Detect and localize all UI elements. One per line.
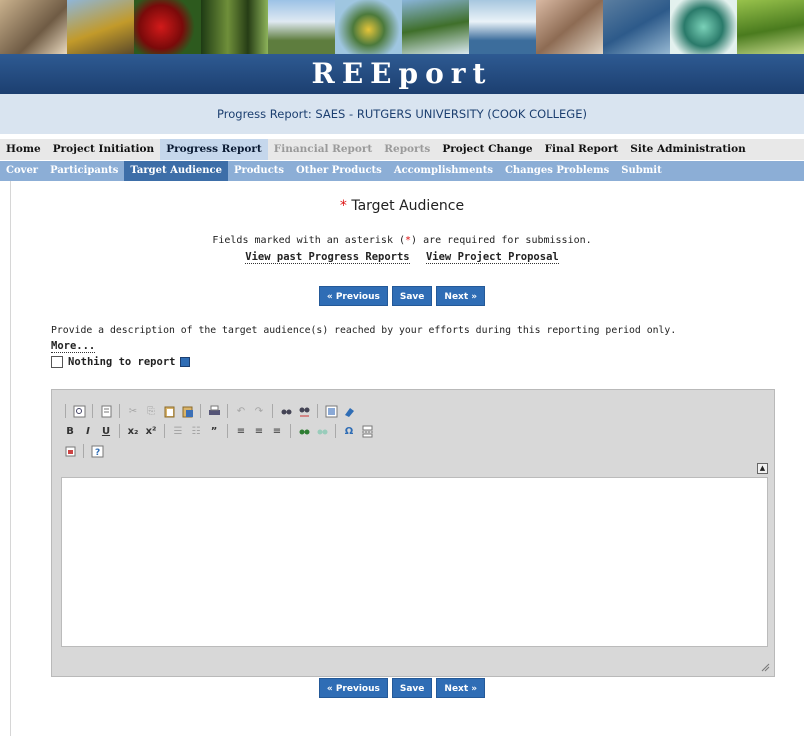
nothing-to-report-checkbox[interactable] xyxy=(51,356,63,368)
more-link[interactable]: More... xyxy=(51,340,96,353)
editor-toolbar-row-3: ? xyxy=(62,442,105,460)
spellcheck-as-you-type-icon[interactable] xyxy=(314,423,330,439)
subtab-cover[interactable]: Cover xyxy=(0,161,44,181)
nav-tab-project-initiation[interactable]: Project Initiation xyxy=(47,139,160,160)
editor-toolbar-row-1: ✂ ⎘ ↶ ↷ xyxy=(62,402,357,420)
cut-icon[interactable]: ✂ xyxy=(125,403,141,419)
required-note-prefix: Fields marked with an asterisk ( xyxy=(212,235,405,246)
align-right-icon[interactable]: ≡ xyxy=(269,423,285,439)
header-banner xyxy=(0,0,804,54)
banner-photo xyxy=(737,0,804,54)
required-asterisk: * xyxy=(339,198,347,214)
nothing-to-report-label: Nothing to report xyxy=(68,356,176,368)
nav-tab-home[interactable]: Home xyxy=(0,139,47,160)
target-audience-textarea[interactable] xyxy=(61,477,768,647)
page-title-text: Target Audience xyxy=(351,198,465,214)
content-divider xyxy=(10,181,11,736)
nav-tab-financial-report: Financial Report xyxy=(273,143,373,155)
banner-photo xyxy=(268,0,335,54)
subscript-icon[interactable]: x₂ xyxy=(125,423,141,439)
banner-photo xyxy=(670,0,737,54)
view-project-proposal-link[interactable]: View Project Proposal xyxy=(425,251,559,264)
bold-icon[interactable]: B xyxy=(62,423,78,439)
undo-icon[interactable]: ↶ xyxy=(233,403,249,419)
bulleted-list-icon[interactable]: ☷ xyxy=(188,423,204,439)
banner-photo xyxy=(536,0,603,54)
rich-text-editor: ✂ ⎘ ↶ ↷ B I U x₂ x² ☰ ☷ ” ≡ ≡ ≡ Ω ? ▲ xyxy=(51,389,775,677)
banner-photo xyxy=(134,0,201,54)
banner-photo xyxy=(603,0,670,54)
top-button-row: « Previous Save Next » xyxy=(0,286,804,306)
resize-handle-icon[interactable] xyxy=(760,662,770,672)
show-blocks-icon[interactable] xyxy=(62,443,78,459)
underline-icon[interactable]: U xyxy=(98,423,114,439)
site-logo: REEport xyxy=(311,57,493,90)
numbered-list-icon[interactable]: ☰ xyxy=(170,423,186,439)
paste-word-icon[interactable] xyxy=(179,403,195,419)
help-icon[interactable] xyxy=(180,357,191,367)
special-char-icon[interactable]: Ω xyxy=(341,423,357,439)
view-past-progress-reports-link[interactable]: View past Progress Reports xyxy=(245,251,410,264)
main-nav: Home Project Initiation Progress Report … xyxy=(0,139,804,160)
source-icon[interactable] xyxy=(71,403,87,419)
remove-format-icon[interactable] xyxy=(341,403,357,419)
field-description: Provide a description of the target audi… xyxy=(51,325,677,336)
nav-tab-site-administration[interactable]: Site Administration xyxy=(624,139,752,160)
replace-icon[interactable] xyxy=(296,403,312,419)
sub-nav: Cover Participants Target Audience Produ… xyxy=(0,161,804,181)
banner-photo xyxy=(201,0,268,54)
superscript-icon[interactable]: x² xyxy=(143,423,159,439)
banner-photo xyxy=(469,0,536,54)
subtab-participants[interactable]: Participants xyxy=(44,161,124,181)
nav-tab-reports: Reports xyxy=(384,143,431,155)
save-button-bottom[interactable]: Save xyxy=(391,678,433,698)
next-button-bottom[interactable]: Next » xyxy=(436,678,486,698)
select-all-icon[interactable] xyxy=(323,403,339,419)
copy-icon[interactable]: ⎘ xyxy=(143,403,159,419)
svg-text:?: ? xyxy=(95,448,100,458)
subtab-changes-problems[interactable]: Changes Problems xyxy=(499,161,615,181)
report-subtitle: Progress Report: SAES - RUTGERS UNIVERSI… xyxy=(0,94,804,134)
about-icon[interactable]: ? xyxy=(89,443,105,459)
nav-tab-final-report[interactable]: Final Report xyxy=(539,139,625,160)
print-icon[interactable] xyxy=(206,403,222,419)
next-button[interactable]: Next » xyxy=(436,286,486,306)
subtab-products[interactable]: Products xyxy=(228,161,290,181)
required-note: Fields marked with an asterisk (*) are r… xyxy=(0,235,804,246)
spellcheck-icon[interactable] xyxy=(296,423,312,439)
page-break-icon[interactable] xyxy=(359,423,375,439)
previous-button[interactable]: « Previous xyxy=(318,286,388,306)
italic-icon[interactable]: I xyxy=(80,423,96,439)
preview-icon[interactable] xyxy=(98,403,114,419)
brand-bar: REEport xyxy=(0,54,804,94)
banner-photo xyxy=(0,0,67,54)
nothing-to-report-row: Nothing to report xyxy=(51,356,191,368)
page-title: * Target Audience xyxy=(0,198,804,214)
subtab-submit[interactable]: Submit xyxy=(615,161,667,181)
paste-icon[interactable] xyxy=(161,403,177,419)
report-links: View past Progress Reports View Project … xyxy=(0,251,804,264)
collapse-toolbar-button[interactable]: ▲ xyxy=(757,463,768,474)
banner-photo xyxy=(335,0,402,54)
previous-button-bottom[interactable]: « Previous xyxy=(318,678,388,698)
subtab-other-products[interactable]: Other Products xyxy=(290,161,388,181)
subtab-target-audience[interactable]: Target Audience xyxy=(124,161,228,181)
save-button[interactable]: Save xyxy=(391,286,433,306)
subtab-accomplishments[interactable]: Accomplishments xyxy=(388,161,499,181)
blockquote-icon[interactable]: ” xyxy=(206,423,222,439)
find-icon[interactable] xyxy=(278,403,294,419)
align-center-icon[interactable]: ≡ xyxy=(251,423,267,439)
nav-tab-progress-report[interactable]: Progress Report xyxy=(160,139,268,160)
redo-icon[interactable]: ↷ xyxy=(251,403,267,419)
nav-tab-project-change[interactable]: Project Change xyxy=(436,139,538,160)
editor-toolbar-row-2: B I U x₂ x² ☰ ☷ ” ≡ ≡ ≡ Ω xyxy=(62,422,375,440)
bottom-button-row: « Previous Save Next » xyxy=(0,678,804,698)
banner-photo xyxy=(67,0,134,54)
required-note-suffix: ) are required for submission. xyxy=(411,235,592,246)
banner-photo xyxy=(402,0,469,54)
align-left-icon[interactable]: ≡ xyxy=(233,423,249,439)
